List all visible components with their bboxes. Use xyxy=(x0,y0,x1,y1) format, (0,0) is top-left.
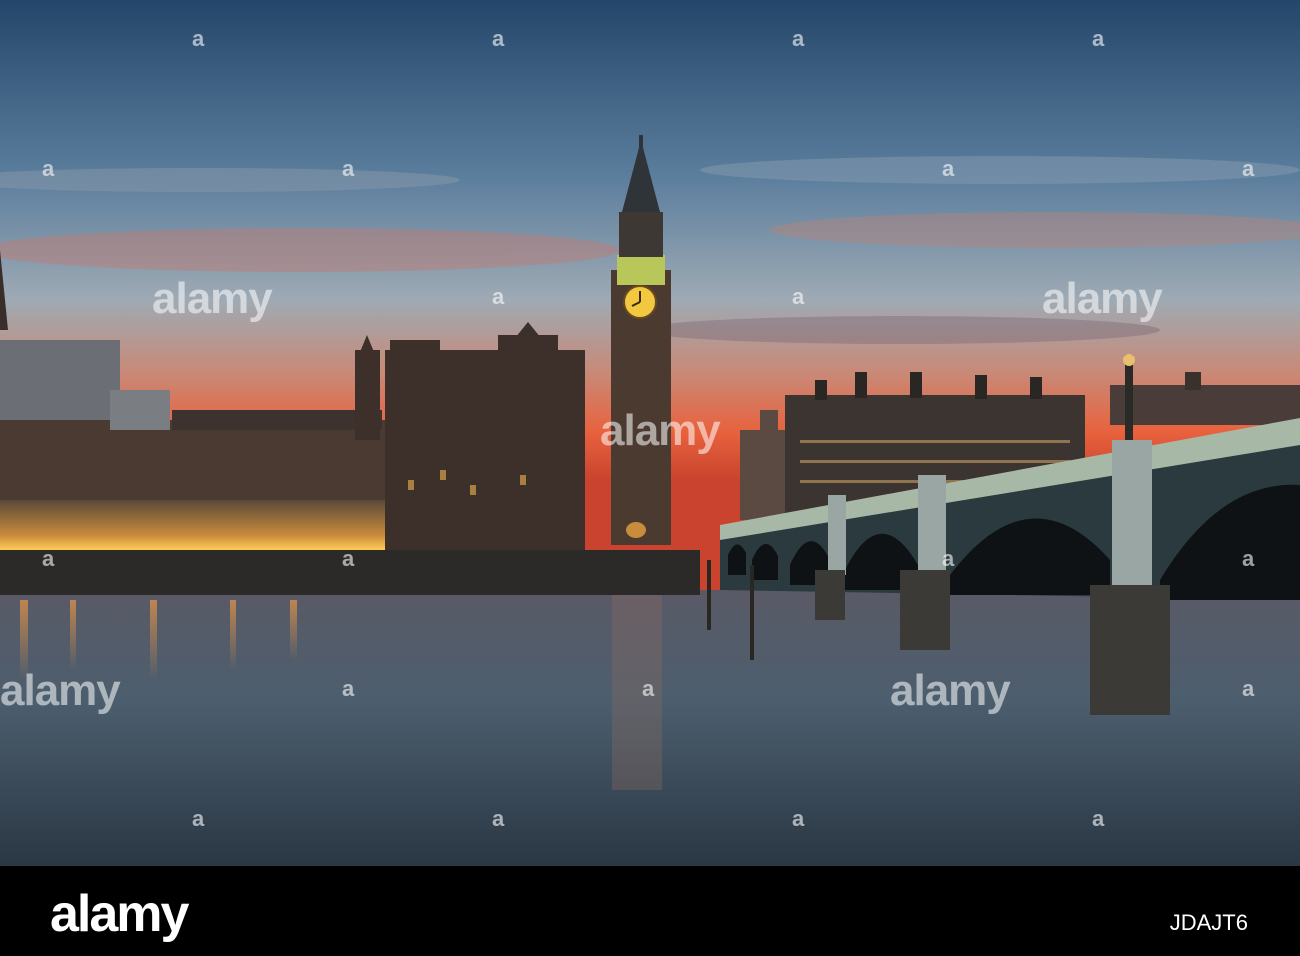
watermark-text: alamy xyxy=(1042,274,1163,323)
watermark-text: alamy xyxy=(152,274,273,323)
watermark-mark: a xyxy=(492,26,505,51)
mooring-post xyxy=(750,565,754,660)
watermark-text: alamy xyxy=(890,666,1011,715)
footer-bar: alamy JDAJT6 xyxy=(0,866,1300,956)
watermark-mark: a xyxy=(342,156,355,181)
watermark-mark: a xyxy=(192,26,205,51)
alamy-logo: alamy xyxy=(50,885,189,943)
watermark-mark: a xyxy=(492,284,505,309)
watermark-text: alamy xyxy=(0,666,121,715)
watermark-mark: a xyxy=(342,546,355,571)
watermark-mark: a xyxy=(492,806,505,831)
watermark-mark: a xyxy=(942,546,955,571)
watermark-mark: a xyxy=(342,676,355,701)
image-code: JDAJT6 xyxy=(1169,910,1248,935)
watermark-mark: a xyxy=(1092,806,1105,831)
watermark-mark: a xyxy=(792,284,805,309)
watermark-mark: a xyxy=(642,676,655,701)
watermark-mark: a xyxy=(1242,546,1255,571)
watermark-mark: a xyxy=(42,546,55,571)
photo-westminster-sunset: alamy alamy alamy alamy alamy a a a a a … xyxy=(0,0,1300,866)
watermark-mark: a xyxy=(792,806,805,831)
watermark-mark: a xyxy=(792,26,805,51)
mooring-post xyxy=(707,560,711,630)
watermark-mark: a xyxy=(1242,156,1255,181)
watermark-text: alamy xyxy=(600,406,721,455)
watermark-mark: a xyxy=(1242,676,1255,701)
watermark-mark: a xyxy=(942,156,955,181)
stock-photo-frame: alamy alamy alamy alamy alamy a a a a a … xyxy=(0,0,1300,956)
watermark-mark: a xyxy=(42,156,55,181)
watermark-mark: a xyxy=(192,806,205,831)
watermark-mark: a xyxy=(1092,26,1105,51)
